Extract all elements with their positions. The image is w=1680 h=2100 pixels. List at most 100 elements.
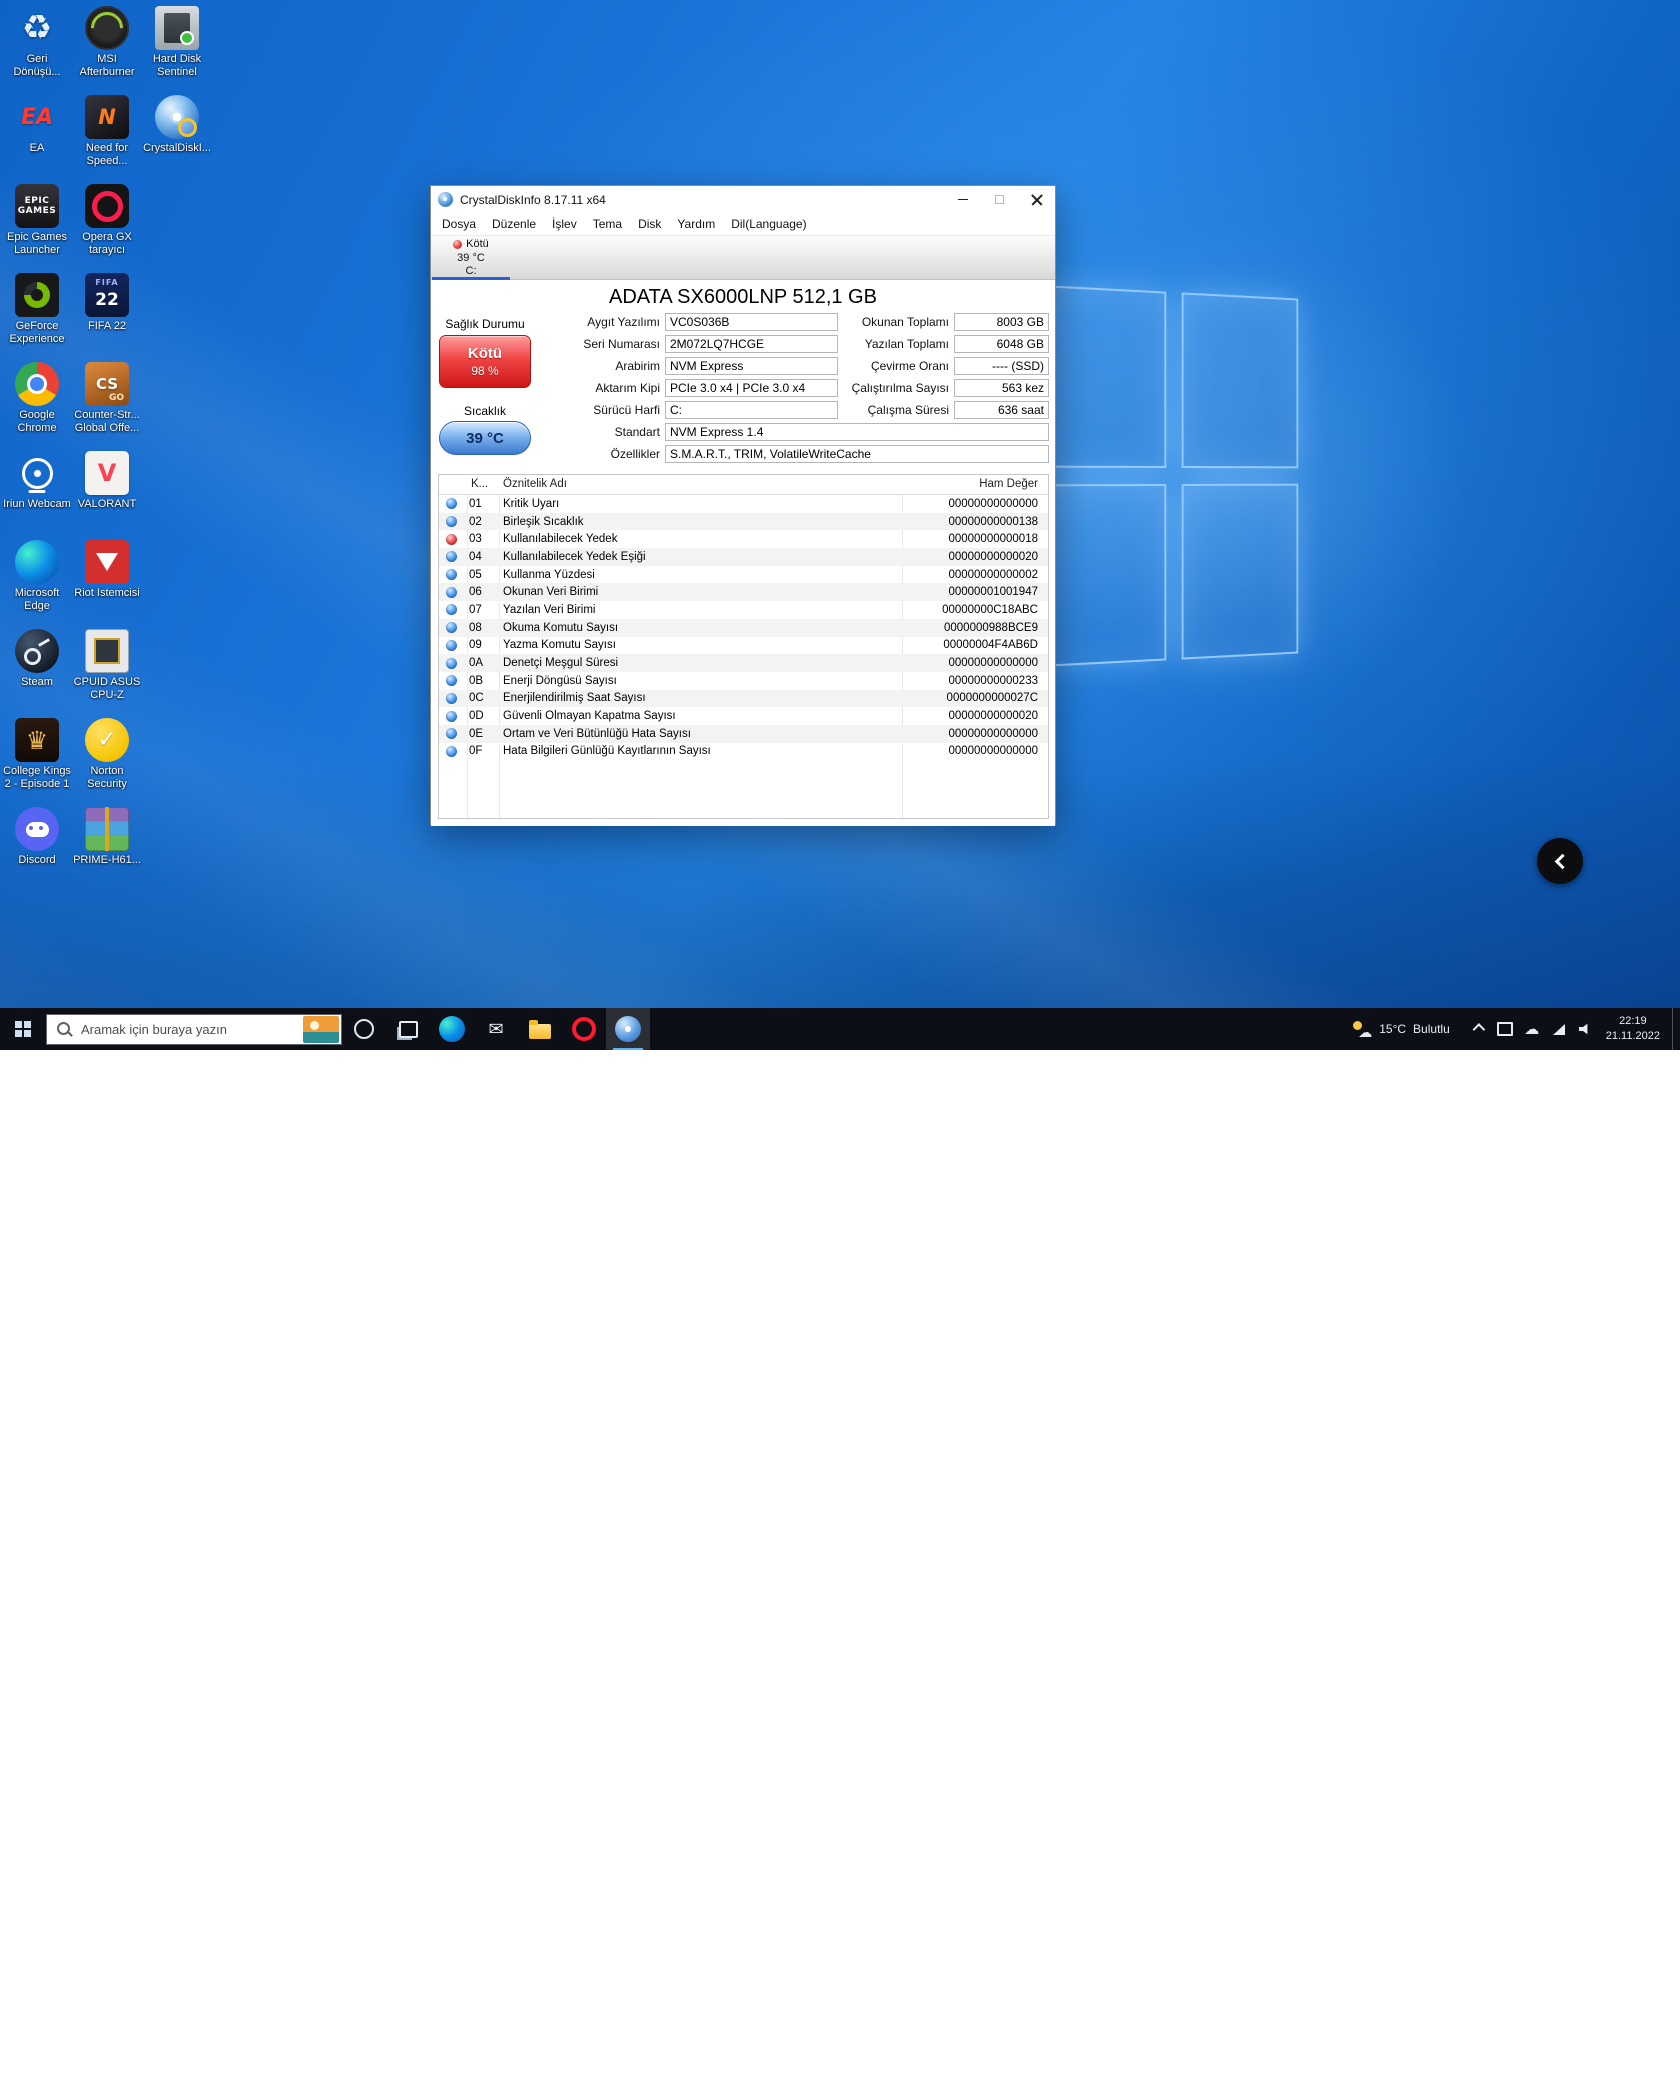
smart-attribute-row[interactable]: 05 Kullanma Yüzdesi 00000000000002	[439, 566, 1048, 584]
cortana-icon[interactable]	[342, 1008, 386, 1050]
smart-attribute-row[interactable]: 02 Birleşik Sıcaklık 00000000000138	[439, 513, 1048, 531]
file-explorer-icon[interactable]	[518, 1008, 562, 1050]
attribute-id: 06	[469, 586, 495, 598]
desktop-icon-label: Need for Speed...	[73, 142, 141, 168]
close-button[interactable]	[1018, 186, 1055, 213]
menu-item[interactable]: Dosya	[434, 215, 484, 233]
task-view-icon[interactable]	[386, 1008, 430, 1050]
chevron-up-icon[interactable]	[1470, 1021, 1486, 1037]
desktop-icon[interactable]: Riot Istemcisi	[72, 540, 142, 626]
wallpaper-pane	[1182, 484, 1299, 660]
window-titlebar[interactable]: CrystalDiskInfo 8.17.11 x64	[431, 186, 1055, 213]
taskbar-weather[interactable]: 15°C Bulutlu	[1344, 1008, 1458, 1050]
desktop-icon[interactable]: Steam	[2, 629, 72, 715]
opera-icon[interactable]	[562, 1008, 606, 1050]
smart-attribute-row[interactable]: 04 Kullanılabilecek Yedek Eşiği 00000000…	[439, 548, 1048, 566]
taskbar-clock[interactable]: 22:19 21.11.2022	[1606, 1014, 1660, 1044]
smart-attribute-row[interactable]: 09 Yazma Komutu Sayısı 00000004F4AB6D	[439, 637, 1048, 655]
menu-item[interactable]: Düzenle	[484, 215, 544, 233]
search-highlight-icon[interactable]	[303, 1016, 339, 1043]
info-label: Okunan Toplamı	[840, 315, 954, 329]
crystaldiskinfo-icon[interactable]	[606, 1008, 650, 1050]
desktop-icon-label: VALORANT	[78, 498, 136, 511]
attribute-raw-value: 00000000000002	[908, 569, 1048, 581]
show-desktop-button[interactable]	[1672, 1008, 1678, 1050]
smart-attribute-row[interactable]: 0E Ortam ve Veri Bütünlüğü Hata Sayısı 0…	[439, 725, 1048, 743]
desktop-icon[interactable]: GeForce Experience	[2, 273, 72, 359]
attribute-status-dot	[446, 587, 457, 598]
desktop-icon[interactable]: Norton Security	[72, 718, 142, 804]
desktop-icon[interactable]: MSI Afterburner	[72, 6, 142, 92]
attribute-id: 0A	[469, 657, 495, 669]
desktop-icon[interactable]: Iriun Webcam	[2, 451, 72, 537]
smart-attribute-row[interactable]: 08 Okuma Komutu Sayısı 0000000988BCE9	[439, 619, 1048, 637]
attribute-status-dot	[446, 658, 457, 669]
desktop-icon[interactable]: FIFA 22	[72, 273, 142, 359]
ea-icon	[15, 95, 59, 139]
temperature-button[interactable]: 39 °C	[439, 421, 531, 455]
taskbar-search[interactable]: Aramak için buraya yazın	[46, 1014, 342, 1045]
smart-attribute-row[interactable]: 06 Okunan Veri Birimi 00000001001947	[439, 583, 1048, 601]
menu-item[interactable]: Disk	[630, 215, 669, 233]
desktop-icon[interactable]: Google Chrome	[2, 362, 72, 448]
desktop-icon-label: Opera GX tarayıcı	[73, 231, 141, 257]
desktop-icon[interactable]: Discord	[2, 807, 72, 893]
desktop-icon[interactable]: Microsoft Edge	[2, 540, 72, 626]
minimize-button[interactable]	[944, 186, 981, 213]
info-row: Aygıt Yazılımı VC0S036B	[541, 313, 838, 331]
info-label: Yazılan Toplamı	[840, 337, 954, 351]
smart-attribute-row[interactable]: 0B Enerji Döngüsü Sayısı 00000000000233	[439, 672, 1048, 690]
desktop-icon[interactable]: CPUID ASUS CPU-Z	[72, 629, 142, 715]
menu-item[interactable]: İşlev	[544, 215, 585, 233]
attribute-raw-value: 00000000000000	[908, 745, 1048, 757]
desktop-icon[interactable]: College Kings 2 - Episode 1	[2, 718, 72, 804]
window-client-area: ADATA SX6000LNP 512,1 GB Sağlık Durumu K…	[431, 280, 1055, 826]
onedrive-icon[interactable]	[1524, 1021, 1540, 1037]
start-button[interactable]	[0, 1008, 46, 1050]
csgo-icon	[85, 362, 129, 406]
desktop-icon[interactable]: Need for Speed...	[72, 95, 142, 181]
attribute-status-dot	[446, 640, 457, 651]
desktop-icon[interactable]: Epic Games Launcher	[2, 184, 72, 270]
menu-item[interactable]: Dil(Language)	[723, 215, 814, 233]
desktop-icon[interactable]: CrystalDiskI...	[142, 95, 212, 181]
overlay-back-button[interactable]	[1537, 838, 1583, 884]
edge-icon[interactable]	[430, 1008, 474, 1050]
monitor-icon[interactable]	[1497, 1021, 1513, 1037]
desktop-icon[interactable]: EA	[2, 95, 72, 181]
taskbar-app-icons	[342, 1008, 650, 1050]
smart-attribute-row[interactable]: 0D Güvenli Olmayan Kapatma Sayısı 000000…	[439, 707, 1048, 725]
desktop-icon[interactable]: VALORANT	[72, 451, 142, 537]
desktop-icon[interactable]: Opera GX tarayıcı	[72, 184, 142, 270]
smart-attribute-row[interactable]: 0A Denetçi Meşgul Süresi 00000000000000	[439, 654, 1048, 672]
disk-tab-c[interactable]: Kötü 39 °C C:	[432, 237, 510, 280]
info-row: Çalıştırılma Sayısı 563 kez	[840, 379, 1049, 397]
attribute-name: Enerjilendirilmiş Saat Sayısı	[503, 692, 908, 704]
smart-attribute-row[interactable]: 0F Hata Bilgileri Günlüğü Kayıtlarının S…	[439, 743, 1048, 761]
volume-icon[interactable]	[1578, 1021, 1594, 1037]
menu-item[interactable]: Tema	[585, 215, 630, 233]
smart-attribute-row[interactable]: 07 Yazılan Veri Birimi 00000000C18ABC	[439, 601, 1048, 619]
desktop-icon-label: Hard Disk Sentinel	[143, 53, 211, 79]
mail-icon[interactable]	[474, 1008, 518, 1050]
smart-attribute-row[interactable]: 0C Enerjilendirilmiş Saat Sayısı 0000000…	[439, 690, 1048, 708]
smart-attribute-row[interactable]: 03 Kullanılabilecek Yedek 00000000000018	[439, 530, 1048, 548]
steam-icon	[15, 629, 59, 673]
attribute-id: 05	[469, 569, 495, 581]
desktop-icon[interactable]: Hard Disk Sentinel	[142, 6, 212, 92]
tray-icons	[1470, 1021, 1594, 1037]
search-placeholder: Aramak için buraya yazın	[81, 1022, 303, 1037]
desktop-icon[interactable]: Geri Dönüşü...	[2, 6, 72, 92]
attribute-id: 0F	[469, 745, 495, 757]
crystaldiskinfo-app-icon	[438, 192, 453, 207]
health-status-button[interactable]: Kötü 98 %	[439, 335, 531, 388]
desktop-icon[interactable]: PRIME-H61...	[72, 807, 142, 893]
menu-item[interactable]: Yardım	[669, 215, 723, 233]
desktop-icon[interactable]: Counter-Str... Global Offe...	[72, 362, 142, 448]
attribute-raw-value: 00000004F4AB6D	[908, 639, 1048, 651]
network-icon[interactable]	[1551, 1021, 1567, 1037]
system-tray: 15°C Bulutlu 22:19 21.11.2022	[1344, 1008, 1680, 1050]
desktop-icon-label: Epic Games Launcher	[3, 231, 71, 257]
maximize-button[interactable]	[981, 186, 1018, 213]
smart-attribute-row[interactable]: 01 Kritik Uyarı 00000000000000	[439, 495, 1048, 513]
